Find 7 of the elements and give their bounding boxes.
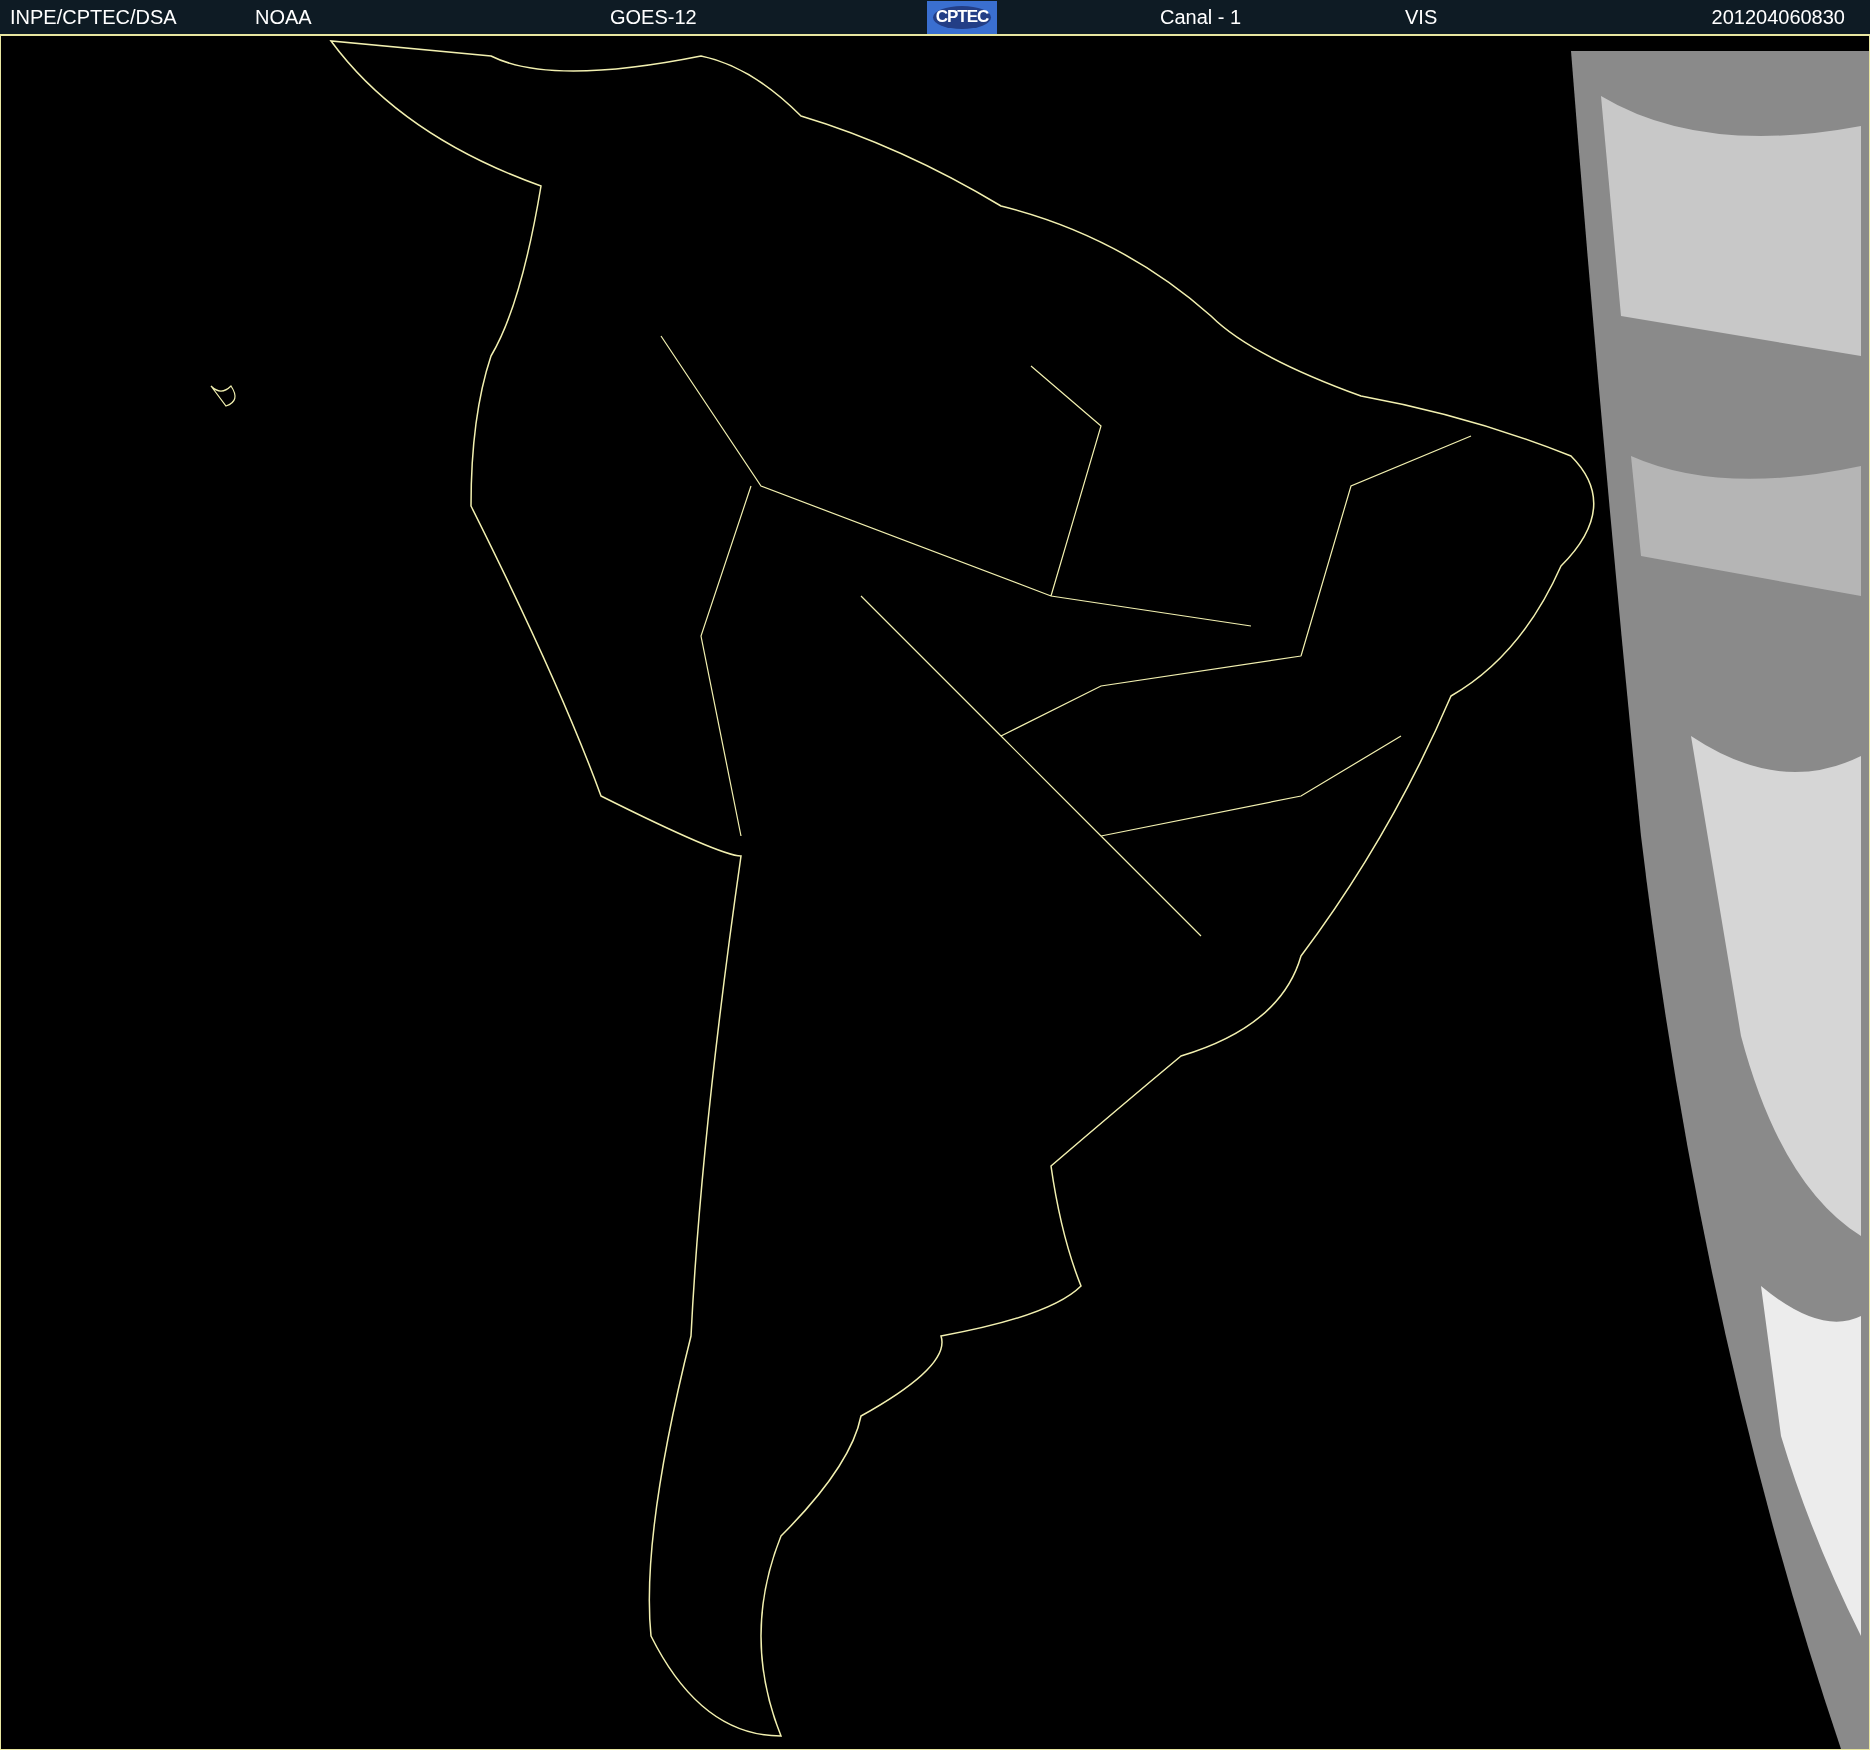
header-label: GOES-12 [610, 5, 698, 29]
header-label: INPE/CPTEC/DSA [10, 5, 178, 29]
header-label: NOAA [255, 5, 313, 29]
header-label: Canal - 1 [1160, 5, 1243, 29]
timestamp: 201204060830 [1711, 5, 1845, 29]
header-label: VIS [1405, 5, 1439, 29]
logo: CPTEC [927, 0, 997, 34]
